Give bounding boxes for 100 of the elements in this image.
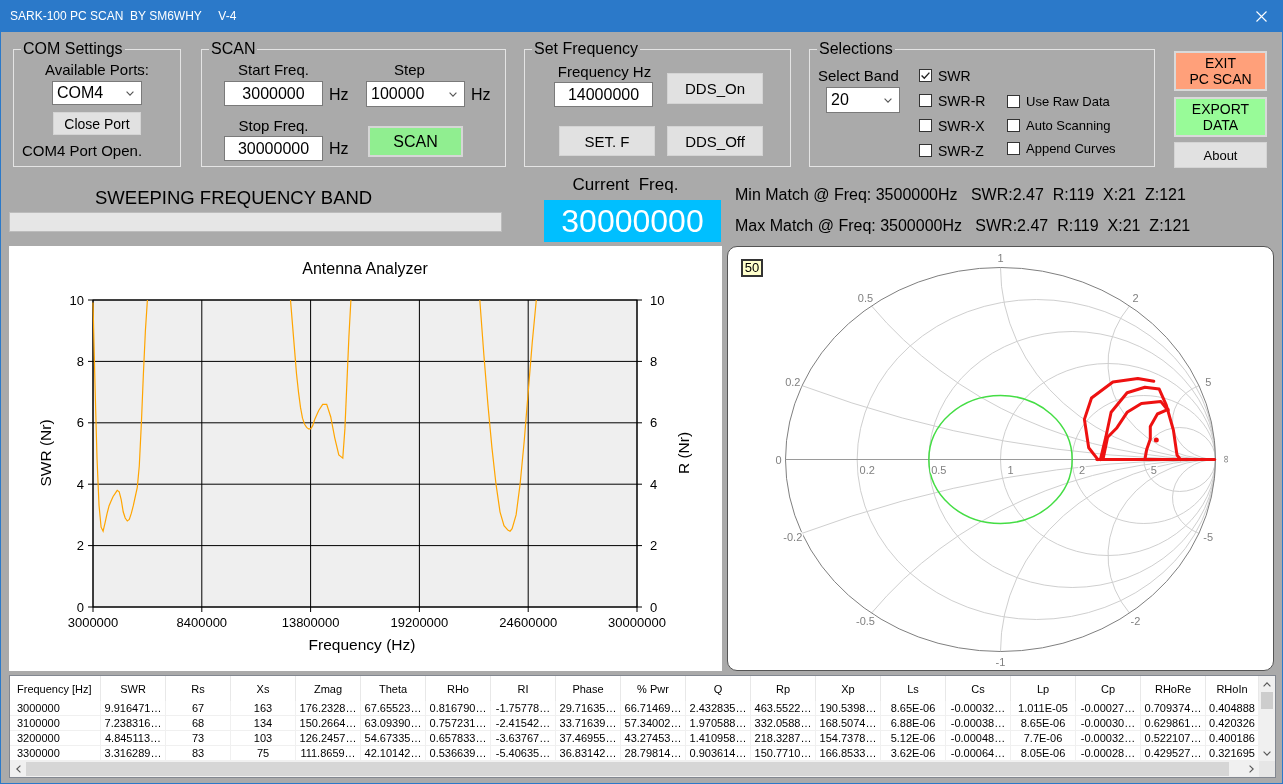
resistance-scale-label: 2 [1079,463,1086,476]
start-frequency-field[interactable]: 3000000 [224,81,323,106]
scan-button[interactable]: SCAN [368,126,463,157]
column-header[interactable]: Lp [1011,676,1076,701]
checkbox[interactable] [919,94,932,107]
column-header[interactable]: RHoRe [1141,676,1206,701]
frequency-field[interactable]: 14000000 [554,82,653,107]
reactance-scale-label: -0.5 [856,615,875,628]
table-cell: -0.00048… [946,731,1011,746]
scrollbar-thumb[interactable] [1261,692,1273,709]
checkbox-label[interactable]: Append Curves [1026,141,1116,157]
column-header[interactable]: RI [491,676,556,701]
reactance-scale-label: 0.5 [857,291,874,304]
column-header[interactable]: Frequency [Hz] [10,676,101,701]
table-cell: 3000000 [10,701,101,716]
export-data-button[interactable]: EXPORT DATA [1174,97,1267,137]
field-label: Frequency Hz [557,63,652,80]
y-tick-label: 0 [76,599,84,615]
stop-frequency-field[interactable]: 30000000 [224,136,323,161]
chevron-down-icon[interactable] [1263,750,1271,756]
table-cell: -0.00038… [946,716,1011,731]
set-frequency-button[interactable]: SET. F [559,126,655,156]
checkbox-label[interactable]: Auto Scanning [1026,117,1111,133]
column-header[interactable]: Zmag [296,676,361,701]
x-tick-label: 3000000 [67,614,119,630]
column-header[interactable]: Ls [881,676,946,701]
chevron-left-icon[interactable] [15,765,21,773]
field-label: Start Freq. [238,61,309,79]
table-cell: 57.34002… [621,716,686,731]
table-cell: 3100000 [10,716,101,731]
step-dropdown[interactable]: 100000 [366,81,465,107]
table-cell: 29.71635… [556,701,621,716]
column-header[interactable]: Xs [231,676,296,701]
chart-title: Antenna Analyzer [302,260,428,277]
close-port-button[interactable]: Close Port [53,112,141,135]
table-cell: 3200000 [10,731,101,746]
table-cell: 103 [231,731,296,746]
x-tick-label: 13800000 [281,614,340,630]
table-cell: 0.657833… [426,731,491,746]
table-cell: 190.5398… [816,701,881,716]
table-cell: 176.2328… [296,701,361,716]
column-header[interactable]: Cp [1076,676,1141,701]
match-summary-text: Max Match @ Freq: 3500000Hz SWR:2.47 R:119 X:21 Z:121 [735,216,1191,236]
checkbox[interactable] [1007,118,1020,132]
unit-label: Hz [470,85,492,103]
checkbox-label[interactable]: SWR-X [938,117,985,134]
checkbox-label[interactable]: SWR-R [938,92,986,109]
column-header[interactable]: Cs [946,676,1011,701]
column-header[interactable]: Theta [361,676,426,701]
checkbox[interactable] [919,119,932,132]
window-title: SARK-100 PC SCAN BY SM6WHY V-4 [10,9,237,23]
resistance-scale-label: 0 [775,453,782,466]
table-cell: 9.916471… [101,701,166,716]
column-header[interactable]: SWR [101,676,166,701]
table-cell: -3.63767… [491,731,556,746]
checkbox[interactable] [919,69,932,82]
table-cell: -0.00032… [946,701,1011,716]
chevron-right-icon[interactable] [1248,765,1254,773]
dds-off-button[interactable]: DDS_Off [667,126,763,156]
chevron-down-icon [449,91,457,97]
unit-label: Hz [328,85,350,103]
table-cell: 5.12E-06 [881,731,946,746]
chevron-up-icon[interactable] [1263,681,1271,687]
table-cell: 0.757231… [426,716,491,731]
table-cell: 6.88E-06 [881,716,946,731]
column-header[interactable]: % Pwr [621,676,686,701]
table-cell: 0.709374… [1141,701,1206,716]
y-tick-label: 4 [76,476,84,492]
reactance-scale-label: 1 [997,251,1004,264]
table-cell: 66.71469… [621,701,686,716]
reactance-scale-label: 2 [1132,291,1139,304]
checkbox[interactable] [1007,95,1020,109]
table-cell: 163 [231,701,296,716]
table-cell: 63.09390… [361,716,426,731]
column-header[interactable]: Rs [166,676,231,701]
scrollbar-thumb[interactable] [26,762,1229,776]
exit-button[interactable]: EXIT PC SCAN [1174,51,1267,91]
dds-on-button[interactable]: DDS_On [667,73,763,104]
checkbox-label[interactable]: Use Raw Data [1026,94,1110,110]
column-header[interactable]: RHo [426,676,491,701]
column-header[interactable]: Xp [816,676,881,701]
y-tick-label: 2 [650,538,658,554]
checkbox[interactable] [1007,142,1020,156]
column-header[interactable]: Q [686,676,751,701]
reactance-scale-label: -0.2 [783,531,803,544]
port-dropdown[interactable]: COM4 [52,81,142,105]
checkbox-label[interactable]: SWR-Z [938,142,984,159]
column-header[interactable]: Rp [751,676,816,701]
resistance-scale-label: 5 [1150,463,1157,476]
x-tick-label: 24600000 [499,614,558,630]
table-cell: -0.00027… [1076,701,1141,716]
column-header[interactable]: Phase [556,676,621,701]
table-cell: -1.75778… [491,701,556,716]
checkbox-label[interactable]: SWR [938,67,971,84]
band-dropdown[interactable]: 20 [826,87,900,113]
checkbox[interactable] [919,144,932,157]
close-button[interactable] [1256,10,1267,22]
reactance-scale-label: -1 [995,655,1006,668]
about-button[interactable]: About [1174,142,1267,168]
table-cell: 7.7E-06 [1011,731,1076,746]
